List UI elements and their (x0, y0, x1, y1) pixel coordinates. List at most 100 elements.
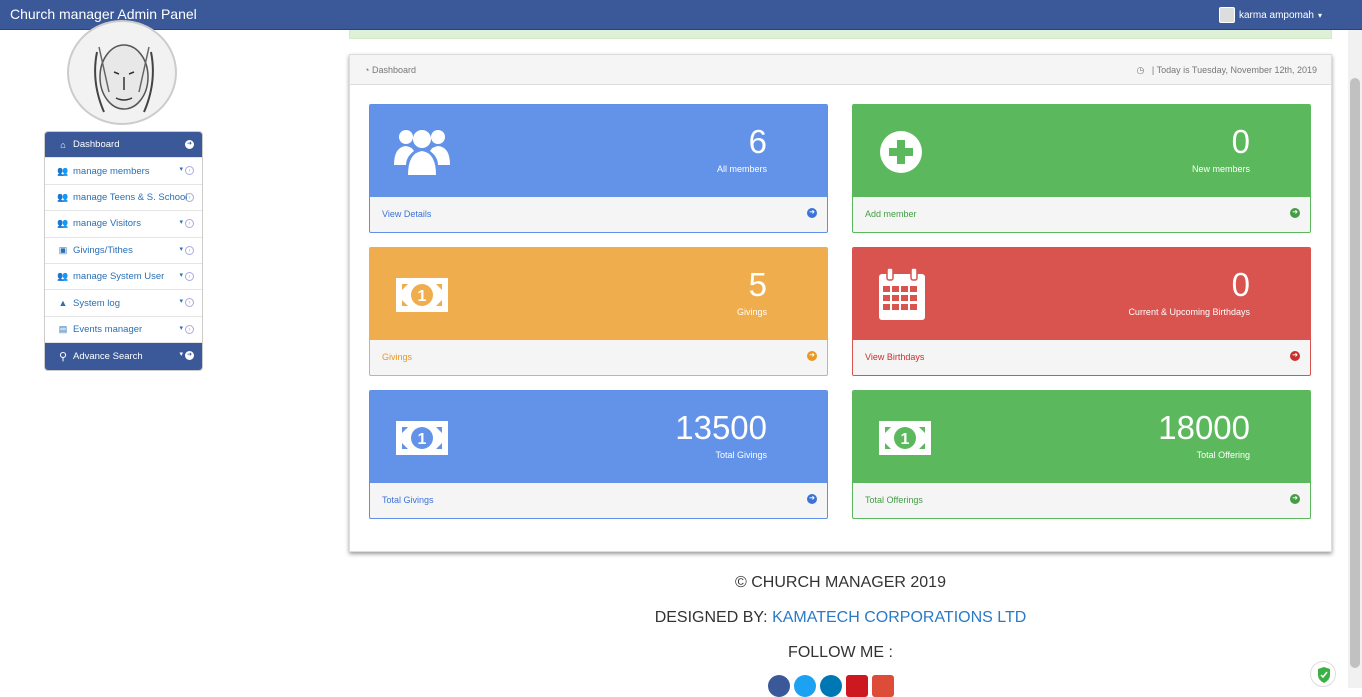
youtube-icon[interactable] (846, 675, 868, 697)
sidebar-item-manage-members[interactable]: 👥 manage members ▾ › (45, 158, 202, 185)
sidebar-item-system-log[interactable]: ▲ System log ▾ › (45, 290, 202, 317)
sidebar-item-advance-search[interactable]: ⚲ Advance Search ▾ ➜ (45, 343, 202, 370)
user-name: karma ampomah (1238, 9, 1314, 21)
plus-circle-icon (880, 131, 922, 173)
tile-label: All members (716, 164, 767, 174)
caret-down-icon: ▾ (179, 298, 183, 306)
scroll-thumb[interactable] (1350, 78, 1360, 668)
users-icon: 👥 (57, 218, 69, 229)
sidebar-item-label: Givings/Tithes (73, 244, 133, 256)
tile-footer-link[interactable]: Total Offerings ➜ (853, 483, 1310, 518)
sidebar-item-label: System log (73, 297, 120, 309)
tile-footer-link[interactable]: View Birthdays ➜ (853, 340, 1310, 375)
total-offerings-link[interactable]: Total Offerings (865, 495, 923, 505)
users-icon: 👥 (57, 191, 69, 202)
tile-all-members: 6 All members View Details ➜ (369, 104, 828, 233)
add-member-link[interactable]: Add member (865, 209, 917, 219)
caret-down-icon: ▾ (179, 271, 183, 279)
view-birthdays-link[interactable]: View Birthdays (865, 352, 924, 362)
designed-by-label: DESIGNED BY: (654, 609, 768, 626)
facebook-icon[interactable] (768, 675, 790, 697)
avatar (1218, 7, 1235, 23)
arrow-circle-right-icon: ➜ (807, 494, 817, 504)
sidebar-item-label: manage Visitors (73, 218, 141, 230)
givings-link[interactable]: Givings (382, 352, 412, 362)
google-plus-icon[interactable] (872, 675, 894, 697)
alert-banner (349, 30, 1332, 39)
footer-designed-by: DESIGNED BY: KAMATECH CORPORATIONS LTD (349, 609, 1332, 627)
dashboard-panel: ◔ Dashboard ◷ | Today is Tuesday, Novemb… (349, 54, 1332, 552)
dashboard-icon: ◔ (364, 65, 370, 75)
users-icon: 👥 (57, 271, 69, 282)
arrow-circle-right-icon: › (185, 192, 194, 202)
new-member-count: 0 (1231, 123, 1250, 160)
date-info: ◷ | Today is Tuesday, November 12th, 201… (1137, 65, 1317, 76)
sidebar-item-givings-tithes[interactable]: ▣ Givings/Tithes ▾ › (45, 238, 202, 264)
caret-down-icon: ▾ (1317, 10, 1322, 20)
arrow-circle-right-icon: › (185, 271, 194, 281)
arrow-circle-right-icon: ➜ (185, 351, 194, 361)
company-link[interactable]: KAMATECH CORPORATIONS LTD (772, 609, 1026, 626)
sidebar-menu: ⌂ Dashboard ➜ 👥 manage members ▾ › 👥 man… (44, 131, 203, 371)
member-count: 6 (748, 123, 767, 160)
footer-copyright: © CHURCH MANAGER 2019 (735, 574, 946, 591)
warning-icon: ▲ (58, 298, 68, 309)
sidebar-item-label: manage System User (73, 271, 165, 283)
tile-label: Total Givings (715, 450, 767, 460)
tile-givings: 1 5 Givings Givings ➜ (369, 247, 828, 376)
tile-total-givings: 1 13500 Total Givings Total Givings ➜ (369, 390, 828, 519)
sidebar-item-events-manager[interactable]: ▤ Events manager ▾ › (45, 317, 202, 344)
tile-label: Givings (736, 307, 767, 317)
panel-title-text: Dashboard (371, 65, 416, 75)
birthday-count: 0 (1231, 266, 1250, 303)
page-scrollbar[interactable] (1348, 30, 1362, 688)
sidebar-item-label: Advance Search (73, 350, 143, 362)
sidebar-item-manage-visitors[interactable]: 👥 manage Visitors ▾ › (45, 211, 202, 238)
book-icon: ▤ (58, 323, 68, 334)
twitter-icon[interactable] (794, 675, 816, 697)
top-navbar: Church manager Admin Panel karma ampomah… (0, 0, 1362, 30)
arrow-circle-right-icon: ➜ (1290, 208, 1300, 218)
svg-text:1: 1 (901, 431, 910, 448)
total-offering-amount: 18000 (1158, 409, 1250, 446)
total-givings-link[interactable]: Total Givings (382, 495, 434, 505)
tile-footer-link[interactable]: View Details ➜ (370, 197, 827, 232)
social-links (768, 675, 894, 697)
arrow-circle-right-icon: ➜ (185, 140, 194, 149)
users-icon (394, 130, 450, 175)
givings-count: 5 (748, 266, 767, 303)
svg-text:1: 1 (418, 288, 427, 305)
sidebar-item-dashboard[interactable]: ⌂ Dashboard ➜ (45, 132, 202, 159)
tile-label: Total Offering (1196, 450, 1250, 460)
shield-icon[interactable] (1310, 661, 1336, 687)
sidebar-item-manage-system-user[interactable]: 👥 manage System User ▾ › (45, 264, 202, 291)
clock-icon: ◷ (1136, 65, 1145, 75)
arrow-circle-right-icon: › (185, 166, 194, 176)
app-title[interactable]: Church manager Admin Panel (10, 6, 197, 22)
sidebar-item-label: manage Teens & S. School (73, 191, 188, 203)
footer-follow: FOLLOW ME : (788, 644, 893, 661)
linkedin-icon[interactable] (820, 675, 842, 697)
caret-down-icon: ▾ (179, 324, 183, 332)
sidebar-item-manage-teens[interactable]: 👥 manage Teens & S. School › (45, 185, 202, 212)
search-icon: ⚲ (58, 350, 68, 363)
sidebar-item-label: manage members (73, 165, 150, 177)
caret-down-icon: ▾ (179, 166, 183, 174)
arrow-circle-right-icon: ➜ (807, 208, 817, 218)
view-details-link[interactable]: View Details (382, 209, 431, 219)
panel-title: ◔ Dashboard (364, 65, 416, 75)
tile-label: New members (1191, 164, 1250, 174)
tile-footer-link[interactable]: Add member ➜ (853, 197, 1310, 232)
church-logo (67, 20, 177, 125)
user-menu[interactable]: karma ampomah ▾ (1218, 7, 1322, 23)
arrow-circle-right-icon: › (185, 298, 194, 308)
svg-text:1: 1 (418, 431, 427, 448)
tile-birthdays: 0 Current & Upcoming Birthdays View Birt… (852, 247, 1311, 376)
sidebar-item-label: Dashboard (73, 139, 120, 151)
tile-new-members: 0 New members Add member ➜ (852, 104, 1311, 233)
sidebar-item-label: Events manager (73, 323, 143, 335)
arrow-circle-right-icon: ➜ (807, 351, 817, 361)
tile-footer-link[interactable]: Total Givings ➜ (370, 483, 827, 518)
tile-footer-link[interactable]: Givings ➜ (370, 340, 827, 375)
tile-total-offering: 1 18000 Total Offering Total Offerings ➜ (852, 390, 1311, 519)
